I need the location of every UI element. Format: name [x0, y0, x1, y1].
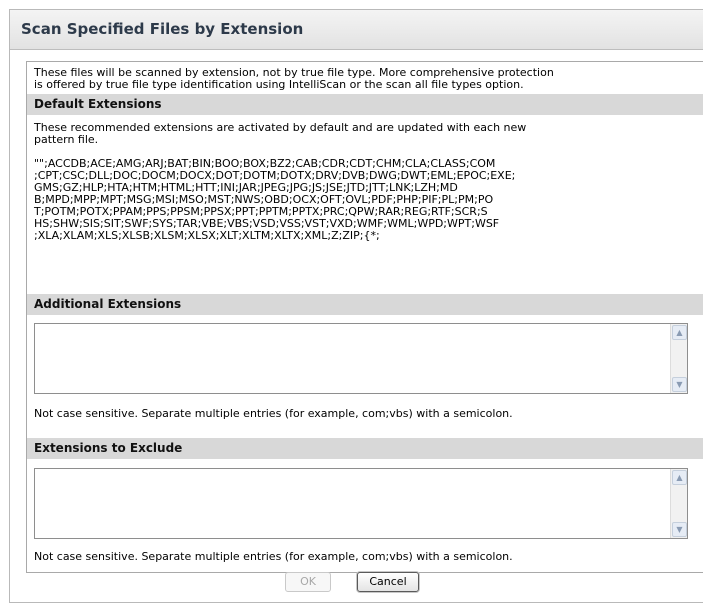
dialog-title: Scan Specified Files by Extension — [21, 20, 304, 38]
scroll-down-arrow-icon[interactable]: ▼ — [672, 377, 687, 392]
cancel-button[interactable]: Cancel — [357, 572, 419, 592]
section-title: Default Extensions — [34, 97, 162, 111]
exclude-extensions-textarea[interactable]: ▲ ▼ — [34, 468, 688, 539]
default-description-line-2: pattern file. — [34, 133, 99, 146]
scroll-up-arrow-icon[interactable]: ▲ — [672, 325, 687, 340]
ok-button[interactable]: OK — [285, 572, 331, 592]
additional-extensions-header: Additional Extensions — [27, 294, 703, 315]
vertical-scrollbar[interactable]: ▲ ▼ — [670, 469, 687, 538]
settings-panel: These files will be scanned by extension… — [26, 61, 703, 573]
additional-extensions-note: Not case sensitive. Separate multiple en… — [34, 407, 513, 420]
section-title: Additional Extensions — [34, 297, 182, 311]
intro-text-line-2: is offered by true file type identificat… — [34, 78, 524, 91]
exclude-extensions-header: Extensions to Exclude — [27, 438, 703, 459]
exclude-extensions-note: Not case sensitive. Separate multiple en… — [34, 550, 513, 563]
section-title: Extensions to Exclude — [34, 441, 183, 455]
scroll-up-arrow-icon[interactable]: ▲ — [672, 470, 687, 485]
default-description-line-1: These recommended extensions are activat… — [34, 121, 527, 134]
scroll-down-arrow-icon[interactable]: ▼ — [672, 522, 687, 537]
scan-extension-dialog: Scan Specified Files by Extension These … — [9, 9, 703, 603]
additional-extensions-textarea[interactable]: ▲ ▼ — [34, 323, 688, 394]
default-extensions-header: Default Extensions — [27, 94, 703, 115]
extension-list-line: ;XLA;XLAM;XLS;XLSB;XLSM;XLSX;XLT;XLTM;XL… — [34, 229, 380, 242]
vertical-scrollbar[interactable]: ▲ ▼ — [670, 324, 687, 393]
dialog-title-bar: Scan Specified Files by Extension — [10, 10, 703, 50]
